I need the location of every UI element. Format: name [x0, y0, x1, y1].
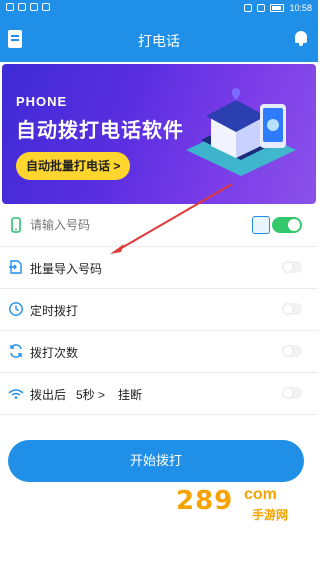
notification-icon: [18, 3, 26, 11]
page-title: 打电话: [138, 33, 180, 49]
import-numbers-row[interactable]: 批量导入号码: [0, 247, 318, 289]
status-time: 10:58: [289, 3, 312, 13]
after-toggle[interactable]: [282, 387, 302, 399]
app-bar: 打电话: [0, 18, 318, 62]
after-label: 拨出后: [30, 388, 67, 402]
signal-icon: [257, 4, 266, 12]
phone-input-row: [0, 205, 318, 247]
timer-label: 定时拨打: [30, 304, 79, 318]
mobile-phone-icon: [11, 217, 21, 233]
phone-call-icon[interactable]: [252, 216, 270, 234]
import-label: 批量导入号码: [30, 262, 103, 276]
status-bar-right: 10:58: [244, 3, 312, 13]
promo-banner[interactable]: PHONE 自动拨打电话软件 自动批量打电话 >: [2, 64, 316, 204]
bell-clapper: [299, 43, 303, 46]
status-bar: 10:58: [0, 0, 318, 18]
banner-cta-button[interactable]: 自动批量打电话 >: [16, 152, 131, 180]
bell-icon[interactable]: [294, 31, 308, 47]
house-phone-illustration: [186, 88, 296, 176]
after-action-label: 挂断: [118, 388, 143, 402]
after-seconds-select[interactable]: 5秒 >: [76, 386, 105, 403]
timer-toggle[interactable]: [282, 303, 302, 315]
times-label: 拨打次数: [30, 346, 79, 360]
bell-cup: [295, 31, 307, 43]
import-icon: [9, 260, 22, 274]
banner-eyebrow: PHONE: [16, 94, 68, 109]
phone-number-input[interactable]: [30, 218, 180, 232]
wifi-icon: [42, 3, 50, 11]
site-watermark: 289 com 手游网: [156, 482, 306, 526]
times-toggle[interactable]: [282, 345, 302, 357]
signal-icon: [8, 389, 24, 399]
dial-times-row[interactable]: 拨打次数: [0, 331, 318, 373]
import-toggle[interactable]: [282, 261, 302, 273]
watermark-text: 手游网: [252, 508, 289, 522]
notification-icon: [6, 3, 14, 11]
notification-icon: [30, 3, 38, 11]
banner-headline: 自动拨打电话软件: [16, 120, 184, 142]
start-dial-button[interactable]: 开始拨打: [8, 440, 304, 482]
after-dial-row[interactable]: 拨出后 5秒 > 挂断: [0, 373, 318, 415]
battery-icon: [270, 4, 285, 12]
phone-toggle[interactable]: [272, 217, 302, 233]
clock-icon: [9, 302, 23, 316]
timed-dial-row[interactable]: 定时拨打: [0, 289, 318, 331]
watermark-number: 289: [176, 486, 234, 516]
watermark-suffix: com: [244, 486, 277, 503]
status-bar-left: [6, 3, 50, 11]
refresh-icon: [10, 344, 22, 358]
nfc-icon: [244, 4, 253, 12]
